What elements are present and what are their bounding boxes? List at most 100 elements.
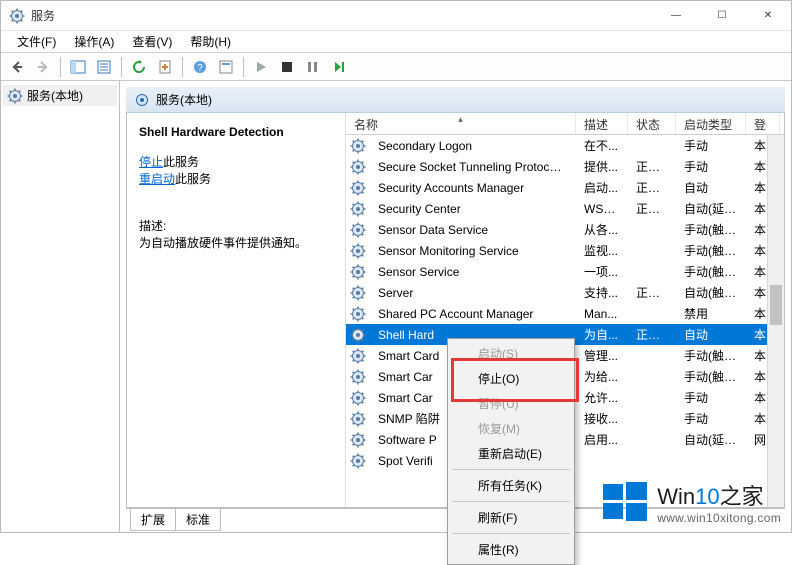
cell-desc: 监视...: [576, 242, 628, 259]
menu-file[interactable]: 文件(F): [9, 31, 64, 52]
table-row[interactable]: Security Accounts Manager启动...正在...自动本: [346, 177, 784, 198]
stop-service-button[interactable]: [275, 56, 299, 78]
service-icon: [350, 201, 366, 217]
col-start[interactable]: 启动类型: [676, 113, 746, 134]
table-row[interactable]: Sensor Monitoring Service监视...手动(触发...本: [346, 240, 784, 261]
cell-start: 手动(触发...: [676, 347, 746, 364]
cell-name: Security Center: [370, 202, 576, 216]
export-list-button[interactable]: [153, 56, 177, 78]
table-row[interactable]: Secondary Logon在不...手动本: [346, 135, 784, 156]
context-menu: 启动(S) 停止(O) 暂停(U) 恢复(M) 重新启动(E) 所有任务(K) …: [447, 338, 575, 565]
col-status[interactable]: 状态: [628, 113, 676, 134]
col-desc[interactable]: 描述: [576, 113, 628, 134]
scroll-thumb[interactable]: [770, 285, 782, 325]
action-props-button[interactable]: [214, 56, 238, 78]
cell-start: 自动: [676, 179, 746, 196]
table-row[interactable]: Server支持...正在...自动(触发...本: [346, 282, 784, 303]
cm-properties[interactable]: 属性(R): [450, 537, 572, 562]
table-row[interactable]: Sensor Service一项...手动(触发...本: [346, 261, 784, 282]
wm-brand-c: 之家: [720, 484, 764, 509]
menu-help[interactable]: 帮助(H): [182, 31, 239, 52]
nav-forward-button[interactable]: [31, 56, 55, 78]
cell-desc: Man...: [576, 307, 628, 321]
toolbar-separator: [121, 57, 122, 77]
cell-start: 自动(触发...: [676, 284, 746, 301]
service-icon: [350, 264, 366, 280]
cell-status: 正在...: [628, 200, 676, 217]
restart-service-link[interactable]: 重启动: [139, 172, 175, 186]
cell-desc: WSC...: [576, 202, 628, 216]
list-header: 名称 ▴ 描述 状态 启动类型 登: [346, 113, 784, 135]
nav-back-button[interactable]: [5, 56, 29, 78]
service-icon: [350, 243, 366, 259]
cell-start: 自动(延迟...: [676, 431, 746, 448]
cell-start: 手动(触发...: [676, 263, 746, 280]
cell-desc: 提供...: [576, 158, 628, 175]
table-row[interactable]: Security CenterWSC...正在...自动(延迟...本: [346, 198, 784, 219]
cell-name: Security Accounts Manager: [370, 181, 576, 195]
show-hide-tree-button[interactable]: [66, 56, 90, 78]
cell-desc: 接收...: [576, 410, 628, 427]
cm-restart[interactable]: 重新启动(E): [450, 441, 572, 466]
cm-all-tasks[interactable]: 所有任务(K): [450, 473, 572, 498]
menu-action[interactable]: 操作(A): [66, 31, 122, 52]
cell-desc: 启动...: [576, 179, 628, 196]
properties-button[interactable]: [92, 56, 116, 78]
cell-status: 正在...: [628, 284, 676, 301]
service-icon: [350, 411, 366, 427]
cell-desc: 允许...: [576, 389, 628, 406]
svg-text:?: ?: [197, 63, 203, 74]
detail-header-label: 服务(本地): [156, 91, 212, 108]
col-name[interactable]: 名称 ▴: [346, 113, 576, 134]
help-button[interactable]: ?: [188, 56, 212, 78]
cm-refresh[interactable]: 刷新(F): [450, 505, 572, 530]
vertical-scrollbar[interactable]: [767, 135, 784, 507]
service-icon: [350, 390, 366, 406]
cell-start: 自动(延迟...: [676, 200, 746, 217]
cm-separator: [452, 469, 570, 470]
table-row[interactable]: Secure Socket Tunneling Protocol S...提供.…: [346, 156, 784, 177]
cm-stop[interactable]: 停止(O): [450, 366, 572, 391]
service-icon: [350, 180, 366, 196]
cell-status: 正在...: [628, 158, 676, 175]
cell-desc: 一项...: [576, 263, 628, 280]
cell-name: Secure Socket Tunneling Protocol S...: [370, 160, 576, 174]
cell-status: 正在...: [628, 179, 676, 196]
tab-extended[interactable]: 扩展: [130, 509, 176, 531]
watermark: Win10之家 www.win10xitong.com: [601, 478, 781, 526]
tab-standard[interactable]: 标准: [175, 509, 221, 531]
window-controls: — ☐ ✕: [653, 1, 791, 30]
table-row[interactable]: Shared PC Account ManagerMan...禁用本: [346, 303, 784, 324]
service-icon: [350, 327, 366, 343]
cell-desc: 管理...: [576, 347, 628, 364]
refresh-button[interactable]: [127, 56, 151, 78]
restart-service-button[interactable]: [327, 56, 351, 78]
pause-service-button[interactable]: [301, 56, 325, 78]
col-logon[interactable]: 登: [746, 113, 780, 134]
cell-status: 正在...: [628, 326, 676, 343]
maximize-button[interactable]: ☐: [699, 1, 745, 30]
cell-start: 手动(触发...: [676, 242, 746, 259]
service-icon: [350, 453, 366, 469]
service-icon: [350, 222, 366, 238]
description-text: 为自动播放硬件事件提供通知。: [139, 234, 333, 251]
services-icon: [134, 92, 150, 108]
menu-view[interactable]: 查看(V): [124, 31, 180, 52]
service-icon: [350, 369, 366, 385]
selected-service-name: Shell Hardware Detection: [139, 125, 333, 139]
cell-desc: 启用...: [576, 431, 628, 448]
cell-desc: 为自...: [576, 326, 628, 343]
cell-desc: 支持...: [576, 284, 628, 301]
close-button[interactable]: ✕: [745, 1, 791, 30]
table-row[interactable]: Sensor Data Service从各...手动(触发...本: [346, 219, 784, 240]
services-icon: [7, 88, 23, 104]
tree-root-item[interactable]: 服务(本地): [3, 85, 117, 106]
cell-start: 手动: [676, 410, 746, 427]
start-service-button[interactable]: [249, 56, 273, 78]
wm-brand-b: 10: [695, 484, 719, 509]
cell-name: Sensor Service: [370, 265, 576, 279]
stop-service-link[interactable]: 停止: [139, 155, 163, 169]
minimize-button[interactable]: —: [653, 1, 699, 30]
cell-desc: 为给...: [576, 368, 628, 385]
menubar: 文件(F) 操作(A) 查看(V) 帮助(H): [1, 31, 791, 53]
